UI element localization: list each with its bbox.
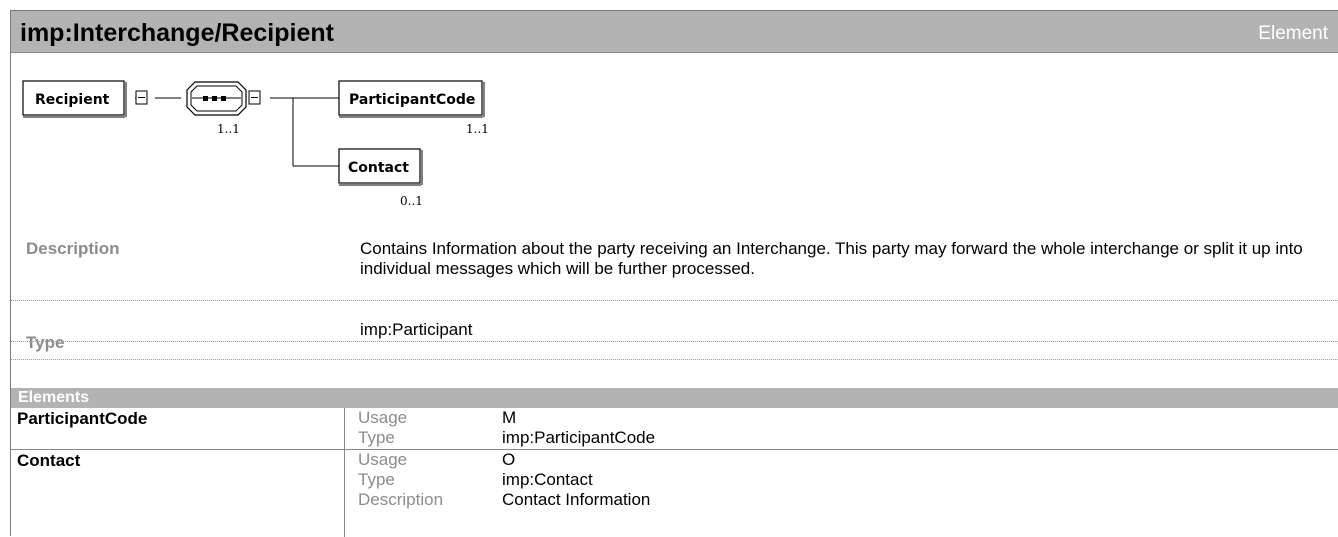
diagram-node-participantcode[interactable]: ParticipantCode: [338, 80, 485, 118]
child-cardinality: 0..1: [400, 194, 423, 208]
diagram-node-label: Contact: [348, 160, 409, 176]
description-text: Contains Information about the party rec…: [360, 239, 1303, 278]
divider: [11, 359, 1338, 360]
schema-diagram: Recipient 1..1 ParticipantCode 1..1 Cont…: [11, 53, 1338, 221]
sequence-compositor-icon[interactable]: [186, 81, 247, 116]
diagram-node-contact[interactable]: Contact: [338, 148, 423, 186]
usage-value: O: [502, 450, 516, 469]
type-label: Type: [26, 333, 65, 352]
diagram-node-label: ParticipantCode: [349, 92, 475, 108]
element-row: ParticipantCode Usage M Type imp:Partici…: [11, 408, 1338, 450]
usage-value: M: [502, 408, 517, 427]
title-bar: imp:Interchange/Recipient Element: [11, 11, 1338, 53]
divider: [11, 341, 1338, 342]
diagram-node-label: Recipient: [35, 92, 110, 108]
diagram-node-recipient[interactable]: Recipient: [22, 80, 127, 118]
type-label: Type: [358, 470, 395, 489]
type-label: Type: [358, 428, 395, 447]
element-row: Contact Usage O Type imp:Contact Descrip…: [11, 450, 1338, 537]
type-value: imp:ParticipantCode: [502, 428, 656, 447]
element-name: ParticipantCode: [17, 409, 148, 428]
page-title: imp:Interchange/Recipient: [20, 19, 334, 47]
element-name: Contact: [17, 451, 81, 470]
component-kind-label: Element: [1258, 23, 1328, 44]
type-value: imp:Participant: [360, 320, 473, 339]
child-cardinality: 1..1: [466, 122, 489, 136]
usage-label: Usage: [358, 408, 408, 427]
collapse-toggle-icon[interactable]: [135, 90, 148, 105]
elements-heading: Elements: [18, 389, 90, 406]
elements-section-header: Elements: [11, 388, 1338, 408]
divider: [11, 300, 1338, 301]
element-documentation: imp:Interchange/Recipient Element Recipi…: [10, 10, 1338, 537]
column-divider: [344, 408, 345, 449]
collapse-toggle-icon[interactable]: [248, 90, 261, 105]
type-value: imp:Contact: [502, 470, 593, 489]
description-value: Contact Information: [502, 490, 651, 509]
column-divider: [344, 450, 345, 537]
description-label: Description: [358, 490, 444, 509]
description-label: Description: [26, 239, 120, 258]
sequence-cardinality: 1..1: [217, 122, 240, 136]
usage-label: Usage: [358, 450, 408, 469]
